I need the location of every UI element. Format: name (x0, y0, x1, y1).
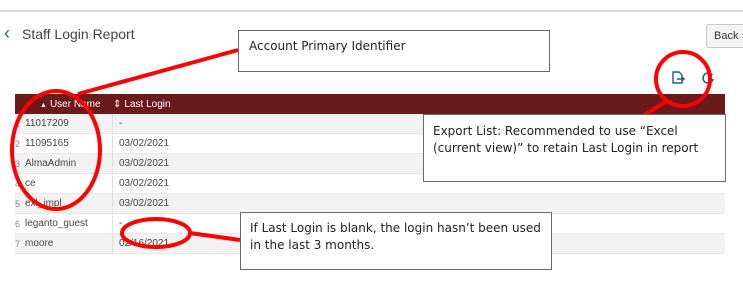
table-row[interactable]: 5 exl_impl 03/02/2021 (15, 194, 725, 214)
row-index: 7 (15, 238, 21, 249)
sort-asc-icon: ▲ (40, 101, 47, 109)
callout-account-identifier: Account Primary Identifier (238, 30, 550, 72)
callout-blank-login: If Last Login is blank, the login hasn’t… (240, 212, 552, 270)
page-title: Staff Login Report (22, 26, 135, 42)
user-name-cell: 11095165 (25, 138, 69, 149)
column-header-user-name[interactable]: ▲ User Name (15, 99, 107, 110)
table-header: ▲ User Name ⇕ Last Login (15, 94, 725, 114)
user-name-cell: AlmaAdmin (25, 158, 77, 169)
user-name-cell: 11017209 (25, 118, 69, 129)
refresh-icon[interactable] (701, 70, 715, 86)
row-index: 1 (15, 118, 21, 129)
row-index: 3 (15, 158, 21, 169)
callout-export-list: Export List: Recommended to use “Excel (… (423, 114, 726, 182)
back-button[interactable]: Back (706, 24, 743, 48)
user-name-cell: exl_impl (25, 198, 62, 209)
last-login-cell: 03/02/2021 (112, 154, 312, 173)
user-name-cell: leganto_guest (25, 218, 88, 229)
row-index: 5 (15, 198, 21, 209)
export-icon[interactable] (671, 71, 685, 85)
last-login-cell: 03/02/2021 (112, 194, 312, 213)
top-divider (0, 10, 743, 12)
last-login-cell: - (112, 114, 312, 133)
row-index: 4 (15, 178, 21, 189)
user-name-cell: ce (25, 178, 36, 189)
last-login-cell: 03/02/2021 (112, 134, 312, 153)
column-header-last-login[interactable]: ⇕ Last Login (107, 99, 307, 110)
row-index: 2 (15, 138, 21, 149)
user-name-cell: moore (25, 238, 54, 249)
back-chevron-icon[interactable]: ‹ (4, 24, 18, 42)
identifier-callout-line (77, 48, 239, 96)
sort-icon: ⇕ (113, 98, 122, 110)
row-index: 6 (15, 218, 21, 229)
last-login-cell: 03/02/2021 (112, 174, 312, 193)
